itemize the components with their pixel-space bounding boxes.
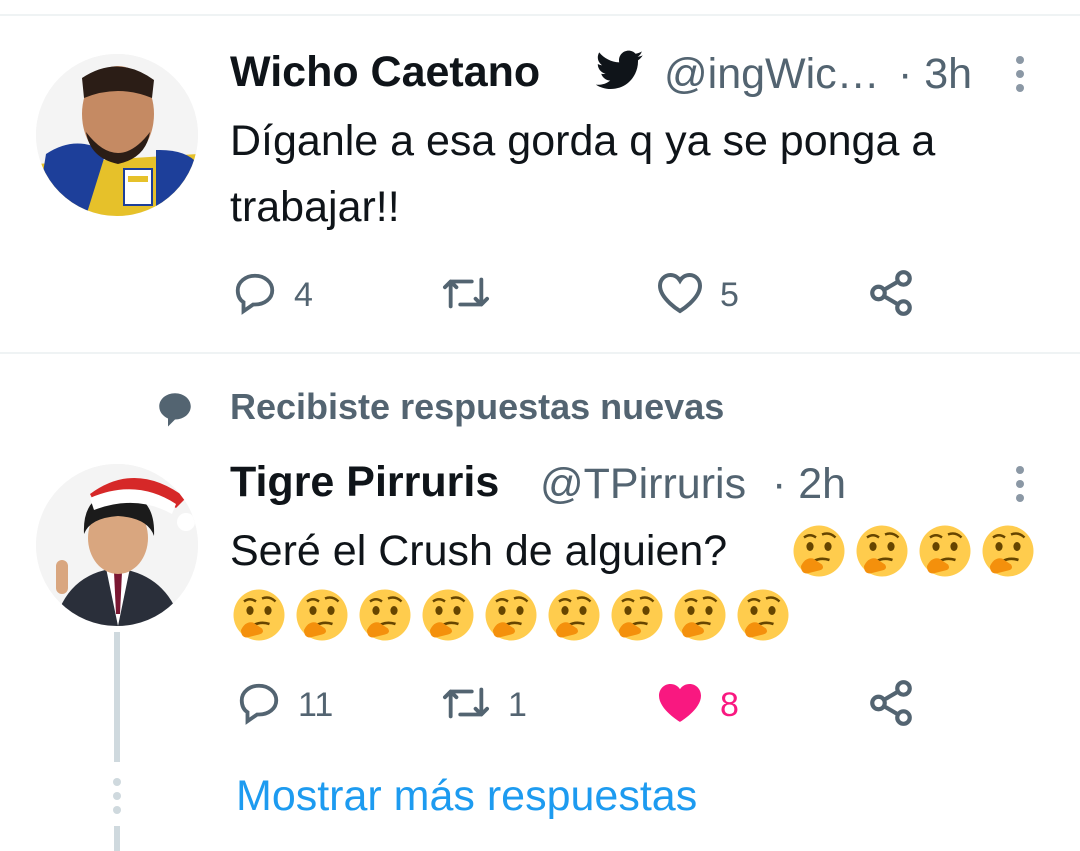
thinking-face-emoji (981, 524, 1035, 583)
timestamp[interactable]: · 3h (898, 50, 972, 99)
thinking-face-emoji (295, 588, 349, 647)
heart-filled-icon (656, 680, 704, 731)
retweet-icon (440, 270, 492, 321)
like-button[interactable]: 8 (656, 680, 739, 731)
more-options-icon[interactable] (1012, 466, 1028, 508)
thinking-face-emoji (358, 588, 412, 647)
speech-bubble-icon (154, 388, 196, 435)
emoji-row (792, 524, 1035, 583)
retweet-button[interactable] (440, 270, 508, 321)
thinking-face-emoji (610, 588, 664, 647)
retweet-count: 1 (508, 686, 527, 724)
share-button[interactable] (866, 678, 916, 733)
reply-icon (236, 680, 282, 731)
reply-button[interactable]: 4 (232, 270, 313, 321)
twitter-bird-icon (595, 50, 644, 99)
tweet-text: Díganle a esa gorda q ya se ponga a trab… (230, 117, 936, 231)
like-button[interactable]: 5 (656, 270, 739, 321)
retweet-button[interactable]: 1 (440, 680, 527, 731)
thread-line (114, 632, 120, 762)
handle[interactable]: @TPirruris (540, 460, 746, 509)
thinking-face-emoji (547, 588, 601, 647)
avatar[interactable] (36, 464, 198, 626)
like-count: 8 (720, 686, 739, 724)
reply-count: 11 (298, 686, 334, 724)
emoji-row (232, 588, 790, 647)
avatar[interactable] (36, 54, 198, 216)
thinking-face-emoji (421, 588, 475, 647)
show-more-replies-link[interactable]: Mostrar más respuestas (236, 772, 697, 821)
thread-line (114, 826, 120, 851)
like-count: 5 (720, 276, 739, 314)
thinking-face-emoji (736, 588, 790, 647)
thinking-face-emoji (918, 524, 972, 583)
thinking-face-emoji (855, 524, 909, 583)
heart-icon (656, 270, 704, 321)
reply-icon (232, 270, 278, 321)
display-name[interactable]: Wicho Caetano (230, 48, 540, 97)
timestamp[interactable]: · 2h (772, 460, 846, 509)
share-button[interactable] (866, 268, 916, 323)
more-options-icon[interactable] (1012, 56, 1028, 98)
thinking-face-emoji (232, 588, 286, 647)
thinking-face-emoji (673, 588, 727, 647)
reply-count: 4 (294, 276, 313, 314)
thinking-face-emoji (792, 524, 846, 583)
share-icon (866, 678, 916, 733)
tweet-divider (0, 352, 1080, 354)
top-divider (0, 14, 1080, 16)
handle[interactable]: @ingWic… (664, 50, 880, 99)
display-name[interactable]: Tigre Pirruris (230, 458, 499, 507)
share-icon (866, 268, 916, 323)
retweet-icon (440, 680, 492, 731)
tweet-text: Seré el Crush de alguien? (230, 527, 728, 575)
social-context-text: Recibiste respuestas nuevas (230, 386, 725, 427)
reply-button[interactable]: 11 (236, 680, 333, 731)
thinking-face-emoji (484, 588, 538, 647)
